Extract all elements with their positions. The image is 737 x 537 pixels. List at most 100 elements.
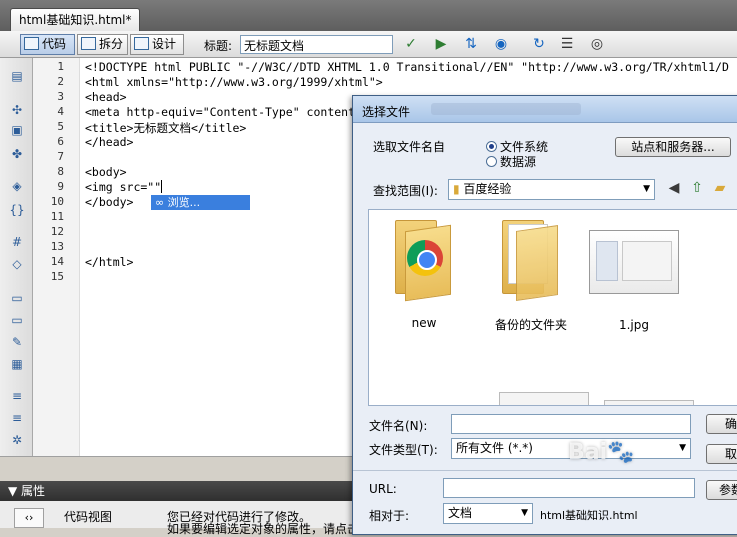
select-from-label: 选取文件名自	[373, 140, 446, 154]
design-view-button[interactable]: 设计	[130, 34, 184, 55]
code-line: </body>	[85, 195, 134, 209]
document-toolbar: 代码 拆分 设计 标题: 无标题文档 ✓ ▶ ⇅ ◉ ↻ ☰ ◎	[0, 31, 737, 58]
file-item-jpg[interactable]: 1.jpg	[584, 216, 684, 332]
line-number: 14	[50, 255, 64, 268]
wrap-tag-icon[interactable]: ✎	[8, 334, 26, 350]
indent-icon[interactable]: ≡	[8, 388, 26, 404]
baidu-watermark: Bai🐾	[568, 440, 635, 465]
partial-thumbnail	[604, 400, 694, 405]
line-number: 11	[50, 210, 64, 223]
balance-braces-icon[interactable]: {}	[8, 202, 26, 218]
properties-view-label: 代码视图	[64, 510, 113, 524]
line-number: 6	[57, 135, 64, 148]
cancel-button[interactable]: 取	[706, 444, 737, 464]
line-numbers-icon[interactable]: #	[8, 234, 26, 250]
code-line: <head>	[85, 90, 127, 104]
text-caret	[161, 180, 163, 193]
code-line: <html xmlns="http://www.w3.org/1999/xhtm…	[85, 75, 383, 89]
validate-icon[interactable]: ✓	[400, 36, 422, 53]
document-tab-strip: html基础知识.html*	[0, 0, 737, 31]
outdent-icon[interactable]: ≡	[8, 410, 26, 426]
sites-servers-button[interactable]: 站点和服务器...	[615, 137, 731, 157]
filename-input[interactable]	[451, 414, 691, 434]
up-folder-icon[interactable]: ⇧	[686, 180, 708, 197]
refresh-icon[interactable]: ↻	[528, 36, 550, 53]
line-number: 1	[57, 60, 64, 73]
file-item-new[interactable]: new	[374, 216, 474, 330]
line-number: 5	[57, 120, 64, 133]
radio-unselected-icon	[486, 156, 497, 167]
open-documents-icon[interactable]: ▤	[8, 68, 26, 84]
line-number: 15	[50, 270, 64, 283]
code-line: <body>	[85, 165, 127, 179]
radio-datasource[interactable]: 数据源	[486, 153, 536, 170]
code-line: </html>	[85, 255, 134, 269]
code-line: </head>	[85, 135, 134, 149]
format-source-icon[interactable]: ✲	[8, 432, 26, 448]
relative-to-select[interactable]: 文档 ▼	[443, 503, 533, 524]
file-name: 1.jpg	[618, 318, 650, 332]
lookin-label: 查找范围(I):	[373, 184, 438, 198]
line-number: 7	[57, 150, 64, 163]
remove-comment-icon[interactable]: ▭	[8, 312, 26, 328]
code-view-button[interactable]: 代码	[20, 34, 75, 55]
partial-thumbnail	[499, 392, 589, 405]
file-item-backup-folder[interactable]: 备份的文件夹	[481, 216, 581, 333]
dropdown-arrow-icon: ▼	[679, 443, 686, 453]
properties-message-2: 如果要编辑选定对象的属性，请点击	[167, 522, 360, 536]
blurred-title-text	[431, 103, 581, 115]
view-menu-icon[interactable]: ▤	[732, 180, 737, 197]
filename-label: 文件名(N):	[369, 419, 428, 433]
dialog-titlebar[interactable]: 选择文件	[353, 96, 737, 123]
folder-small-icon: ▮	[453, 182, 464, 196]
line-number: 9	[57, 180, 64, 193]
line-number: 13	[50, 240, 64, 253]
line-number: 3	[57, 90, 64, 103]
file-name: 备份的文件夹	[494, 318, 567, 332]
split-view-button[interactable]: 拆分	[77, 34, 128, 55]
code-line: <title>无标题文档</title>	[85, 121, 247, 135]
lookin-select[interactable]: ▮ 百度经验 ▼	[448, 179, 655, 200]
confirm-button[interactable]: 确	[706, 414, 737, 434]
file-list[interactable]: new 备份的文件夹 1.jpg	[368, 209, 737, 406]
code-hint-browse[interactable]: ∞ 浏览...	[151, 195, 250, 210]
line-number: 4	[57, 105, 64, 118]
code-view-properties-icon[interactable]: ‹›	[14, 508, 44, 528]
url-input[interactable]	[443, 478, 695, 498]
dialog-divider	[353, 470, 737, 471]
parameters-button[interactable]: 参数	[706, 480, 737, 500]
file-name: new	[411, 316, 437, 330]
line-number: 8	[57, 165, 64, 178]
new-folder-icon[interactable]: ▰	[709, 180, 731, 197]
file-transfer-icon[interactable]: ⇅	[460, 36, 482, 53]
paw-icon: 🐾	[607, 440, 635, 465]
preview-icon[interactable]: ▶	[430, 36, 452, 53]
highlight-invalid-icon[interactable]: ◇	[8, 256, 26, 272]
browser-globe-icon[interactable]: ◉	[490, 36, 512, 53]
back-icon[interactable]: ◀	[663, 180, 685, 197]
recent-snippets-icon[interactable]: ▦	[8, 356, 26, 372]
line-number: 2	[57, 75, 64, 88]
line-number-gutter: 1 2 3 4 5 6 7 8 9 10 11 12 13 14 15	[33, 58, 80, 456]
collapse-selection-icon[interactable]: ▣	[8, 122, 26, 138]
collapse-tag-icon[interactable]: ✣	[8, 102, 26, 118]
relative-file-name: html基础知识.html	[540, 509, 638, 522]
expand-all-icon[interactable]: ✤	[8, 146, 26, 162]
document-tab[interactable]: html基础知识.html*	[10, 8, 141, 31]
line-number: 10	[50, 195, 64, 208]
apply-comment-icon[interactable]: ▭	[8, 290, 26, 306]
folder-icon	[500, 216, 562, 301]
line-number: 12	[50, 225, 64, 238]
title-label: 标题:	[204, 39, 233, 53]
coding-toolbar: ▤ ✣ ▣ ✤ ◈ {} # ◇ ▭ ▭ ✎ ▦ ≡ ≡ ✲	[0, 58, 33, 456]
collapse-triangle-icon: ▼	[8, 484, 22, 498]
dropdown-arrow-icon: ▼	[643, 184, 650, 194]
radio-selected-icon	[486, 141, 497, 152]
select-parent-tag-icon[interactable]: ◈	[8, 178, 26, 194]
visual-aids-icon[interactable]: ◎	[586, 36, 608, 53]
code-line: <img src=""	[85, 180, 163, 194]
title-input[interactable]: 无标题文档	[240, 35, 393, 54]
view-options-icon[interactable]: ☰	[556, 36, 578, 53]
select-file-dialog: 选择文件 选取文件名自 文件系统 数据源 站点和服务器... 查找范围(I): …	[352, 95, 737, 535]
design-view-icon	[134, 37, 149, 50]
